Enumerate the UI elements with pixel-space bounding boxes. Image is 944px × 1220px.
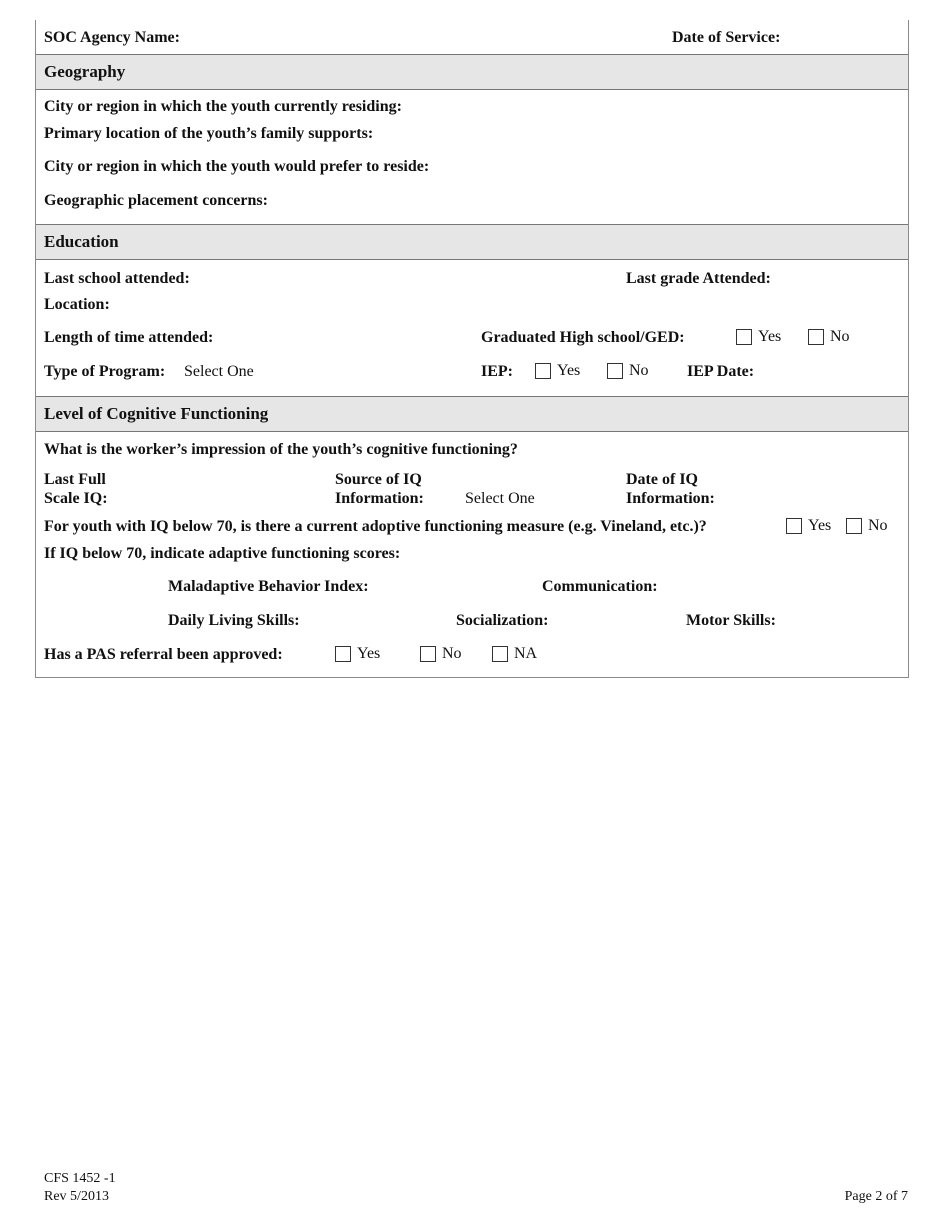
option-label: No (442, 645, 462, 662)
placement-concerns-label: Geographic placement concerns: (44, 192, 268, 209)
adaptive-measure-question: For youth with IQ below 70, is there a c… (44, 518, 707, 535)
option-label: Yes (557, 362, 581, 379)
length-time-label: Length of time attended: (44, 329, 214, 346)
education-title: Education (44, 232, 119, 251)
program-type-label: Type of Program: (44, 363, 166, 380)
checkbox-icon[interactable] (335, 646, 351, 662)
checkbox-icon[interactable] (607, 363, 623, 379)
iep-date-label: IEP Date: (687, 363, 755, 380)
option-label: No (629, 362, 649, 379)
motor-skills-label: Motor Skills: (686, 612, 776, 629)
option-label: NA (514, 645, 538, 662)
cognitive-title: Level of Cognitive Functioning (44, 404, 269, 423)
iq-date-label-line2: Information: (626, 490, 715, 507)
iq-source-select[interactable]: Select One (465, 490, 535, 508)
iq-date-label-line1: Date of IQ (626, 471, 698, 488)
page-number: Page 2 of 7 (844, 1189, 908, 1204)
option-label: Yes (808, 517, 832, 534)
adaptive-yes-checkbox[interactable]: Yes (786, 517, 831, 535)
checkbox-icon[interactable] (846, 518, 862, 534)
full-scale-iq-label-line1: Last Full (44, 471, 106, 488)
iep-no-checkbox[interactable]: No (607, 362, 649, 380)
last-school-label: Last school attended: (44, 270, 190, 287)
pas-na-checkbox[interactable]: NA (492, 645, 537, 663)
daily-living-label: Daily Living Skills: (168, 612, 300, 629)
preferred-city-label: City or region in which the youth would … (44, 158, 430, 175)
current-city-label: City or region in which the youth curren… (44, 98, 402, 115)
iq-source-label-line1: Source of IQ (335, 471, 422, 488)
checkbox-icon[interactable] (420, 646, 436, 662)
checkbox-icon[interactable] (786, 518, 802, 534)
form-revision: Rev 5/2013 (44, 1189, 109, 1204)
location-label: Location: (44, 296, 110, 313)
maladaptive-index-label: Maladaptive Behavior Index: (168, 578, 369, 595)
pas-yes-checkbox[interactable]: Yes (335, 645, 380, 663)
assessment-form: SOC Agency Name: Date of Service: Geogra… (35, 20, 909, 678)
impression-label: What is the worker’s impression of the y… (44, 441, 518, 458)
iep-label: IEP: (481, 363, 513, 380)
date-of-service-label: Date of Service: (672, 29, 781, 46)
iq-source-label-line2: Information: (335, 490, 424, 507)
option-label: Yes (758, 328, 782, 345)
checkbox-icon[interactable] (736, 329, 752, 345)
graduated-label: Graduated High school/GED: (481, 329, 685, 346)
pas-no-checkbox[interactable]: No (420, 645, 462, 663)
checkbox-icon[interactable] (492, 646, 508, 662)
communication-label: Communication: (542, 578, 658, 595)
agency-name-label: SOC Agency Name: (44, 29, 180, 46)
checkbox-icon[interactable] (808, 329, 824, 345)
adaptive-scores-label: If IQ below 70, indicate adaptive functi… (44, 545, 401, 562)
geography-section-header: Geography (36, 54, 908, 90)
last-grade-label: Last grade Attended: (626, 270, 771, 287)
cognitive-section-header: Level of Cognitive Functioning (36, 396, 908, 432)
option-label: No (868, 517, 888, 534)
option-label: No (830, 328, 850, 345)
program-type-select[interactable]: Select One (184, 363, 254, 381)
family-supports-label: Primary location of the youth’s family s… (44, 125, 374, 142)
iep-yes-checkbox[interactable]: Yes (535, 362, 580, 380)
socialization-label: Socialization: (456, 612, 549, 629)
geography-title: Geography (44, 62, 126, 81)
checkbox-icon[interactable] (535, 363, 551, 379)
option-label: Yes (357, 645, 381, 662)
education-section-header: Education (36, 224, 908, 260)
form-id: CFS 1452 -1 (44, 1171, 116, 1186)
pas-referral-label: Has a PAS referral been approved: (44, 646, 283, 663)
adaptive-no-checkbox[interactable]: No (846, 517, 888, 535)
full-scale-iq-label-line2: Scale IQ: (44, 490, 108, 507)
graduated-no-checkbox[interactable]: No (808, 328, 850, 346)
graduated-yes-checkbox[interactable]: Yes (736, 328, 781, 346)
